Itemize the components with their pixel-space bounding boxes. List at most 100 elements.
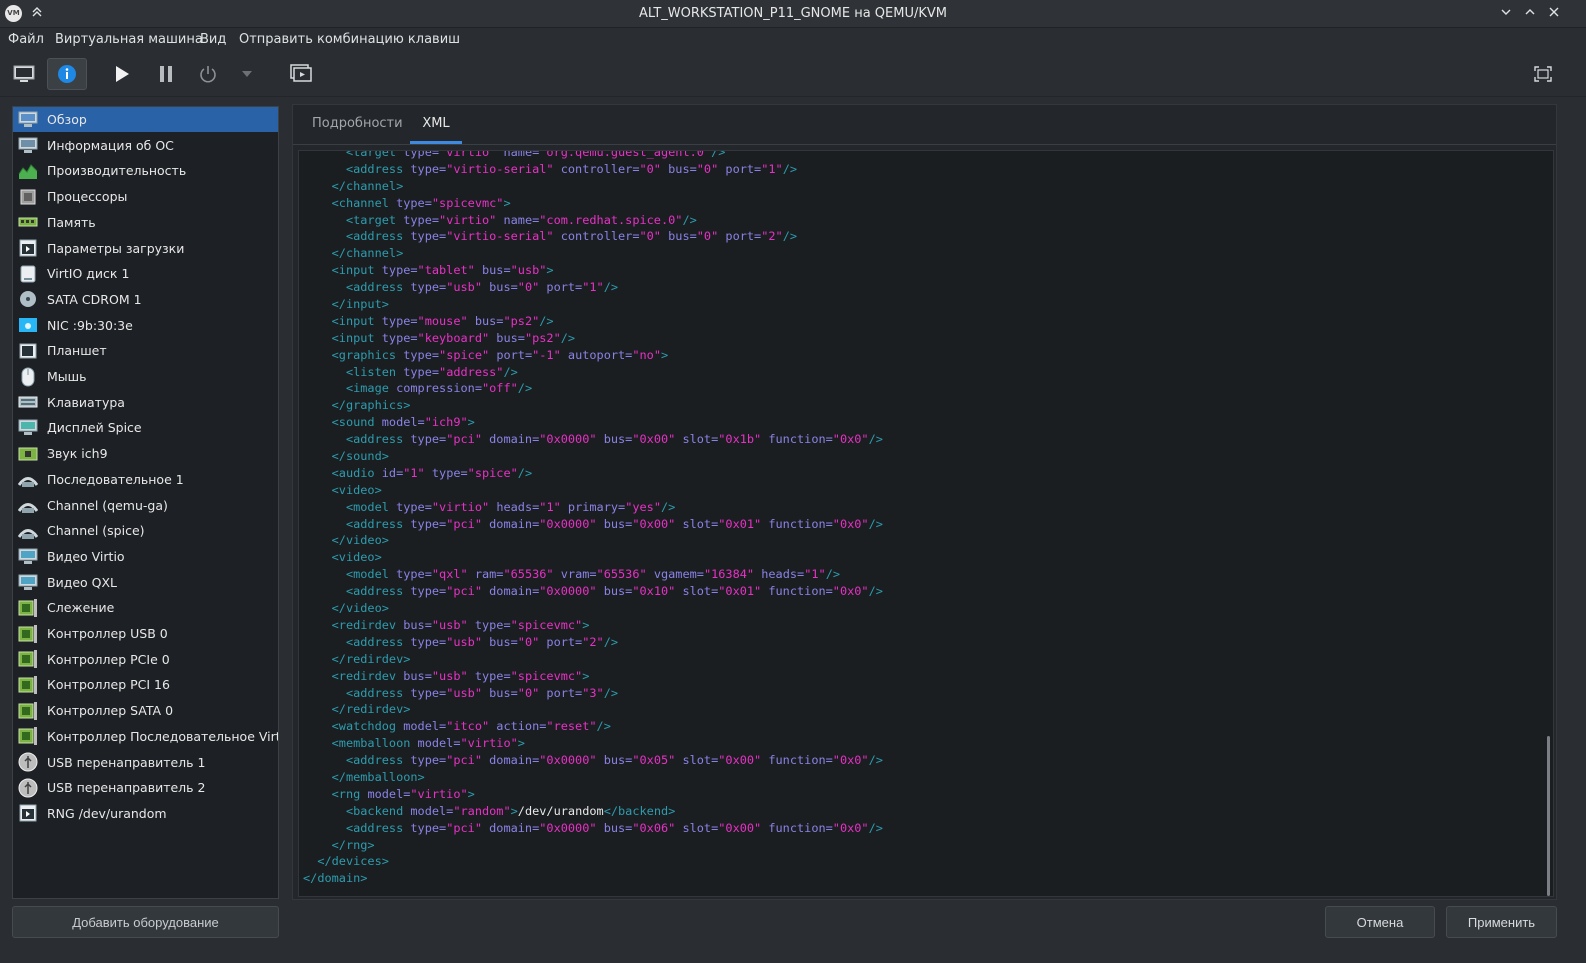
add-hardware-button[interactable]: Добавить оборудование bbox=[12, 906, 279, 938]
close-icon[interactable] bbox=[1543, 3, 1565, 25]
maximize-icon[interactable] bbox=[1519, 3, 1541, 25]
menu-view[interactable]: Вид bbox=[200, 32, 226, 47]
menu-file[interactable]: Файл bbox=[8, 32, 44, 47]
xml-token: <model bbox=[303, 567, 397, 582]
sidebar-item[interactable]: Контроллер PCIe 0 bbox=[13, 647, 278, 672]
xml-token: type= bbox=[424, 465, 468, 480]
sidebar-item[interactable]: Мышь bbox=[13, 364, 278, 389]
cancel-button[interactable]: Отмена bbox=[1325, 906, 1435, 938]
minimize-icon[interactable] bbox=[1495, 3, 1517, 25]
xml-line: <address type="pci" domain="0x0000" bus=… bbox=[303, 752, 883, 769]
xml-token: "0x0000" bbox=[539, 516, 597, 531]
tab-xml[interactable]: XML bbox=[410, 105, 462, 144]
xml-line: <address type="virtio-serial" controller… bbox=[303, 228, 883, 245]
sidebar-item-label: Обзор bbox=[47, 112, 87, 127]
sidebar-item[interactable]: USB перенаправитель 1 bbox=[13, 750, 278, 775]
xml-token: "pci" bbox=[446, 753, 482, 768]
xml-token: <address bbox=[303, 685, 411, 700]
sidebar-item-label: Мышь bbox=[47, 369, 87, 384]
sidebar-item[interactable]: Параметры загрузки bbox=[13, 236, 278, 261]
xml-token: type= bbox=[396, 499, 432, 514]
pause-button[interactable] bbox=[149, 58, 183, 90]
fullscreen-icon bbox=[1534, 66, 1552, 82]
xml-token: <address bbox=[303, 820, 411, 835]
sidebar-item[interactable]: Процессоры bbox=[13, 184, 278, 209]
sidebar-item[interactable]: Память bbox=[13, 210, 278, 235]
xml-token: /> bbox=[682, 212, 697, 227]
xml-token: type= bbox=[410, 584, 447, 599]
tab-details[interactable]: Подробности bbox=[312, 105, 403, 143]
xml-token: <target bbox=[303, 150, 404, 159]
sidebar-item[interactable]: Контроллер USB 0 bbox=[13, 621, 278, 646]
sidebar-item[interactable]: Контроллер PCI 16 bbox=[13, 672, 278, 697]
xml-token: <address bbox=[303, 432, 411, 447]
xml-token: function= bbox=[761, 516, 833, 531]
xml-line: <model type="qxl" ram="65536" vram="6553… bbox=[303, 566, 883, 583]
xml-token: <address bbox=[303, 753, 411, 768]
xml-editor[interactable]: <target type="virtio" name="org.qemu.gue… bbox=[298, 150, 1554, 897]
sidebar-item-label: Контроллер PCIe 0 bbox=[47, 651, 170, 667]
run-button[interactable] bbox=[105, 58, 139, 90]
console-button[interactable] bbox=[7, 58, 41, 90]
xml-token: "ps2" bbox=[503, 313, 540, 328]
shutdown-button[interactable] bbox=[191, 58, 225, 90]
shutdown-menu-button[interactable] bbox=[230, 58, 264, 90]
xml-token: bus= bbox=[403, 617, 432, 632]
xml-token: slot= bbox=[675, 584, 719, 599]
xml-line: <target type="virtio" name="org.qemu.gue… bbox=[303, 150, 883, 161]
snapshots-button[interactable] bbox=[284, 58, 318, 90]
xml-token: "0" bbox=[517, 634, 540, 649]
sidebar-item[interactable]: RNG /dev/urandom bbox=[13, 801, 278, 826]
sidebar-item[interactable]: Дисплей Spice bbox=[13, 415, 278, 440]
sidebar-item[interactable]: Channel (qemu-ga) bbox=[13, 493, 278, 518]
xml-token: /> bbox=[539, 313, 554, 328]
xml-token: "spice" bbox=[439, 347, 490, 362]
xml-token: "0x0000" bbox=[539, 432, 597, 447]
sidebar-item[interactable]: Планшет bbox=[13, 338, 278, 363]
sidebar-item[interactable]: SATA CDROM 1 bbox=[13, 287, 278, 312]
xml-token: "0x00" bbox=[718, 753, 762, 768]
menu-send-key[interactable]: Отправить комбинацию клавиш bbox=[239, 32, 460, 47]
sidebar-item[interactable]: Клавиатура bbox=[13, 390, 278, 415]
xml-scrollbar[interactable] bbox=[1547, 736, 1550, 896]
sidebar-item[interactable]: Видео QXL bbox=[13, 570, 278, 595]
xml-token: bus= bbox=[660, 229, 697, 244]
fullscreen-button[interactable] bbox=[1526, 58, 1560, 90]
xml-token: slot= bbox=[675, 753, 719, 768]
sidebar-item[interactable]: Последовательное 1 bbox=[13, 467, 278, 492]
xml-token: "16384" bbox=[703, 567, 755, 582]
xml-token: "address" bbox=[439, 364, 504, 379]
overview-icon bbox=[17, 110, 38, 130]
sidebar-item[interactable]: Производительность bbox=[13, 158, 278, 183]
sidebar-item[interactable]: Информация об ОС bbox=[13, 133, 278, 158]
sidebar-item[interactable]: Слежение bbox=[13, 595, 278, 620]
sidebar-item[interactable]: USB перенаправитель 2 bbox=[13, 775, 278, 800]
sidebar-item[interactable]: Обзор bbox=[13, 107, 278, 132]
controller-icon bbox=[17, 726, 38, 746]
sidebar-item-label: Производительность bbox=[47, 163, 187, 179]
xml-line: <input type="keyboard" bus="ps2"/> bbox=[303, 330, 883, 347]
sidebar-item[interactable]: Контроллер Последовательное VirtIO 0 bbox=[13, 724, 278, 749]
xml-token: function= bbox=[761, 820, 833, 835]
sidebar-item[interactable]: Звук ich9 bbox=[13, 441, 278, 466]
cpu-icon bbox=[17, 187, 38, 207]
sidebar-item[interactable]: Channel (spice) bbox=[13, 518, 278, 543]
xml-token: "usb" bbox=[446, 634, 482, 649]
xml-token: <video> bbox=[303, 482, 382, 497]
xml-token: "yes" bbox=[625, 499, 661, 514]
menu-bar: Файл Виртуальная машина Вид Отправить ко… bbox=[0, 28, 1586, 52]
details-button[interactable] bbox=[47, 58, 87, 90]
xml-token: "com.redhat.spice.0" bbox=[539, 212, 683, 227]
xml-token: "0x0" bbox=[832, 753, 869, 768]
xml-token: /> bbox=[868, 820, 883, 835]
sidebar-item[interactable]: NIC :9b:30:3e bbox=[13, 313, 278, 338]
sidebar-item-label: Процессоры bbox=[47, 189, 128, 205]
sidebar-item[interactable]: Видео Virtio bbox=[13, 544, 278, 569]
xml-token: "pci" bbox=[446, 584, 482, 599]
xml-token: > bbox=[510, 803, 518, 818]
apply-button[interactable]: Применить bbox=[1446, 906, 1557, 938]
xml-line: <address type="usb" bus="0" port="2"/> bbox=[303, 634, 883, 651]
sidebar-item[interactable]: Контроллер SATA 0 bbox=[13, 698, 278, 723]
sidebar-item[interactable]: VirtIO диск 1 bbox=[13, 261, 278, 286]
menu-virtual-machine[interactable]: Виртуальная машина bbox=[55, 32, 203, 47]
